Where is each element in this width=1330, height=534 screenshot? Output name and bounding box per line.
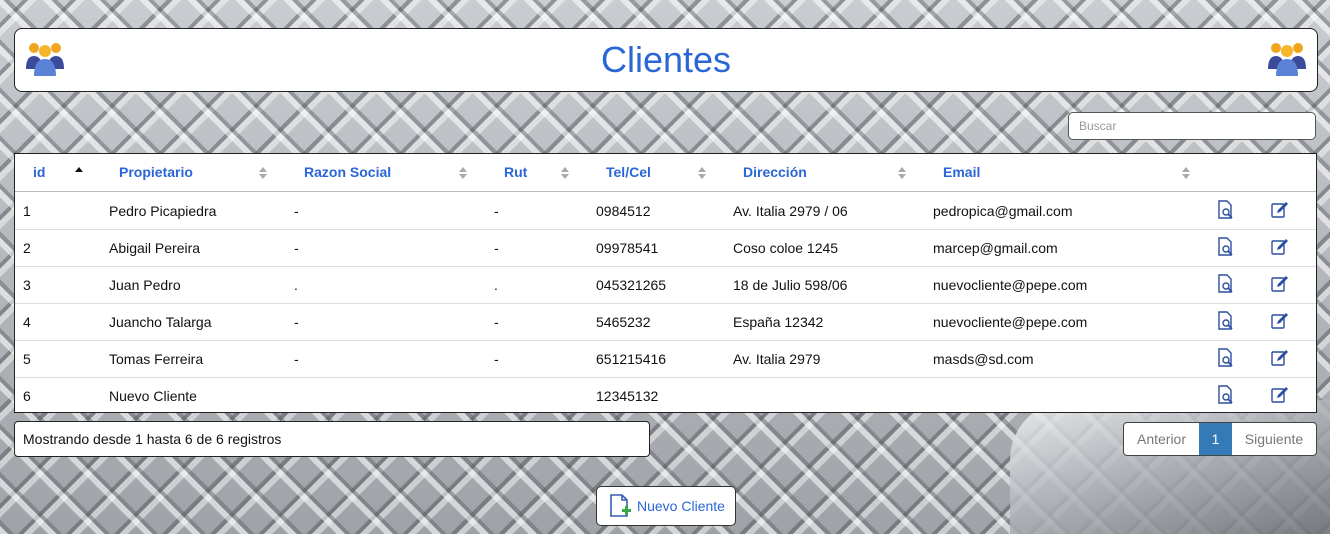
column-header-id[interactable]: id bbox=[33, 164, 45, 180]
table-row: 2 Abigail Pereira - - 09978541 Coso coloe 124… bbox=[15, 229, 1316, 267]
wrench-background-image bbox=[1010, 400, 1330, 534]
column-header-propietario[interactable]: Propietario bbox=[119, 164, 193, 180]
cell-propietario: Tomas Ferreira bbox=[109, 351, 204, 367]
table-row: 4 Juancho Talarga - - 5465232 España 12342 nue… bbox=[15, 303, 1316, 341]
new-client-button[interactable]: Nuevo Cliente bbox=[596, 486, 736, 526]
cell-tel: 0984512 bbox=[596, 203, 651, 219]
view-document-icon[interactable] bbox=[1216, 237, 1236, 257]
edit-icon[interactable] bbox=[1270, 348, 1290, 368]
clients-table: id Propietario Razon Social Rut Tel/Cel … bbox=[14, 153, 1317, 413]
cell-id: 5 bbox=[23, 351, 31, 367]
view-document-icon[interactable] bbox=[1216, 311, 1236, 331]
sort-icon[interactable] bbox=[1182, 167, 1190, 179]
sort-icon[interactable] bbox=[698, 167, 706, 179]
cell-rut: - bbox=[494, 314, 499, 330]
cell-tel: 5465232 bbox=[596, 314, 651, 330]
page-1-button[interactable]: 1 bbox=[1199, 423, 1232, 455]
sort-icon[interactable] bbox=[259, 167, 267, 179]
page-header: Clientes bbox=[14, 28, 1318, 92]
cell-direccion: Av. Italia 2979 / 06 bbox=[733, 203, 848, 219]
table-row: 6 Nuevo Cliente 12345132 bbox=[15, 377, 1316, 414]
cell-propietario: Abigail Pereira bbox=[109, 240, 201, 256]
edit-icon[interactable] bbox=[1270, 200, 1290, 220]
cell-email: nuevocliente@pepe.com bbox=[933, 277, 1088, 293]
cell-razon: - bbox=[294, 240, 299, 256]
cell-email: marcep@gmail.com bbox=[933, 240, 1058, 256]
cell-id: 3 bbox=[23, 277, 31, 293]
cell-tel: 12345132 bbox=[596, 388, 659, 404]
sort-icon[interactable] bbox=[561, 167, 569, 179]
column-header-tel[interactable]: Tel/Cel bbox=[606, 164, 651, 180]
edit-icon[interactable] bbox=[1270, 274, 1290, 294]
column-header-razon-social[interactable]: Razon Social bbox=[304, 164, 391, 180]
cell-rut: - bbox=[494, 351, 499, 367]
cell-email: masds@sd.com bbox=[933, 351, 1034, 367]
edit-icon[interactable] bbox=[1270, 311, 1290, 331]
table-row: 1 Pedro Picapiedra - - 0984512 Av. Italia 297… bbox=[15, 192, 1316, 230]
cell-rut: . bbox=[494, 277, 498, 293]
view-document-icon[interactable] bbox=[1216, 385, 1236, 405]
cell-tel: 045321265 bbox=[596, 277, 667, 293]
cell-email: nuevocliente@pepe.com bbox=[933, 314, 1088, 330]
cell-razon: - bbox=[294, 314, 299, 330]
cell-id: 4 bbox=[23, 314, 31, 330]
new-client-label: Nuevo Cliente bbox=[637, 498, 725, 514]
cell-direccion: Av. Italia 2979 bbox=[733, 351, 821, 367]
table-row: 3 Juan Pedro.. 045321265 18 de Julio 598/06… bbox=[15, 266, 1316, 304]
pagination: Anterior 1 Siguiente bbox=[1123, 422, 1317, 456]
cell-rut: - bbox=[494, 240, 499, 256]
cell-tel: 09978541 bbox=[596, 240, 659, 256]
cell-id: 1 bbox=[23, 203, 31, 219]
view-document-icon[interactable] bbox=[1216, 200, 1236, 220]
cell-razon: - bbox=[294, 203, 299, 219]
next-page-button[interactable]: Siguiente bbox=[1232, 423, 1316, 455]
users-group-icon bbox=[1268, 43, 1306, 76]
cell-direccion: 18 de Julio 598/06 bbox=[733, 277, 848, 293]
cell-rut: - bbox=[494, 203, 499, 219]
cell-propietario: Nuevo Cliente bbox=[109, 388, 197, 404]
sort-icon[interactable] bbox=[459, 167, 467, 179]
column-header-email[interactable]: Email bbox=[943, 164, 980, 180]
table-row: 5 Tomas Ferreira - - 651215416 Av. Italia 297… bbox=[15, 340, 1316, 378]
column-header-direccion[interactable]: Dirección bbox=[743, 164, 807, 180]
search-input[interactable] bbox=[1068, 112, 1316, 140]
edit-icon[interactable] bbox=[1270, 237, 1290, 257]
cell-propietario: Pedro Picapiedra bbox=[109, 203, 217, 219]
cell-razon: . bbox=[294, 277, 298, 293]
column-header-rut[interactable]: Rut bbox=[504, 164, 527, 180]
sort-icon[interactable] bbox=[898, 167, 906, 179]
cell-direccion: Coso coloe 1245 bbox=[733, 240, 839, 256]
cell-email: pedropica@gmail.com bbox=[933, 203, 1073, 219]
cell-propietario: Juancho Talarga bbox=[109, 314, 212, 330]
cell-tel: 651215416 bbox=[596, 351, 667, 367]
cell-propietario: Juan Pedro bbox=[109, 277, 181, 293]
sort-ascending-icon[interactable] bbox=[75, 167, 83, 179]
view-document-icon[interactable] bbox=[1216, 348, 1236, 368]
cell-direccion: España 12342 bbox=[733, 314, 824, 330]
add-document-icon bbox=[610, 494, 631, 517]
previous-page-button[interactable]: Anterior bbox=[1124, 423, 1199, 455]
page-title: Clientes bbox=[600, 39, 732, 80]
edit-icon[interactable] bbox=[1270, 385, 1290, 405]
table-header: id Propietario Razon Social Rut Tel/Cel … bbox=[15, 154, 1316, 192]
cell-id: 6 bbox=[23, 388, 31, 404]
cell-id: 2 bbox=[23, 240, 31, 256]
view-document-icon[interactable] bbox=[1216, 274, 1236, 294]
cell-razon: - bbox=[294, 351, 299, 367]
table-info: Mostrando desde 1 hasta 6 de 6 registros bbox=[14, 421, 650, 457]
